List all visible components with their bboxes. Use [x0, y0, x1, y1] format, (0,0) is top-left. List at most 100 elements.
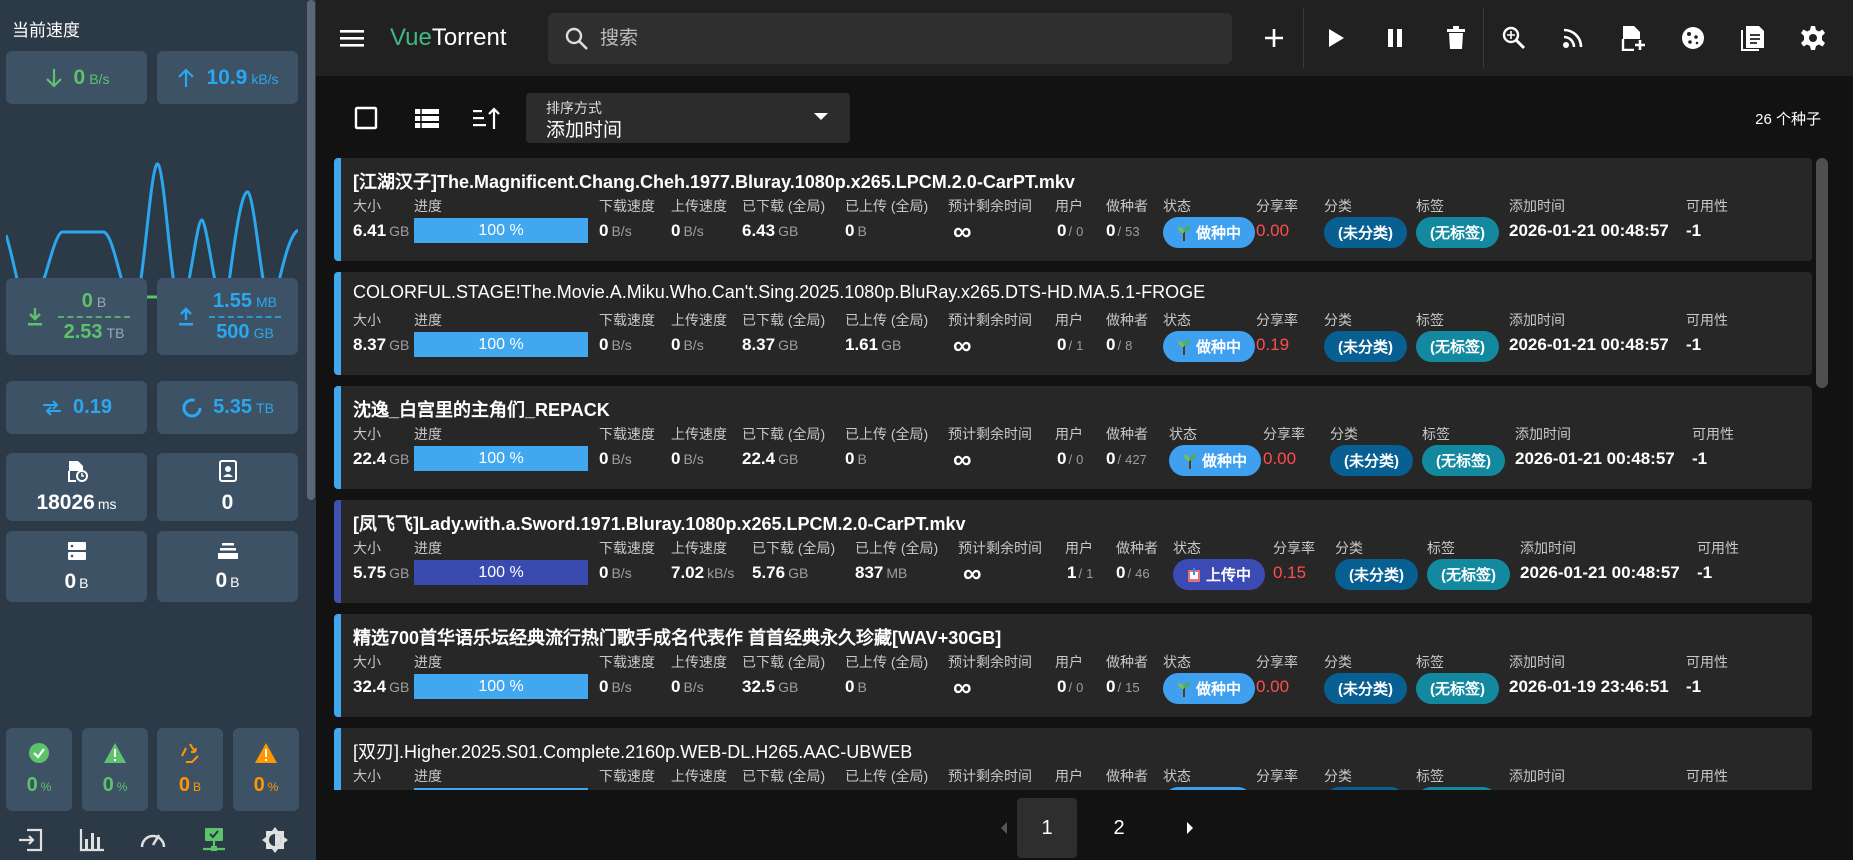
downloaded-unit: GB	[778, 337, 799, 353]
ul-speed-header: 上传速度	[671, 654, 727, 670]
dl-speed-header: 下载速度	[599, 198, 655, 214]
seeds-cell: 做种者 0/46	[1116, 540, 1158, 582]
total-upload-value: 500	[216, 320, 250, 343]
category-cell: 分类 (未分类)	[1324, 652, 1407, 704]
added-header: 添加时间	[1520, 540, 1576, 556]
add-file-button[interactable]	[1613, 18, 1653, 58]
select-all-checkbox[interactable]	[348, 100, 384, 136]
settings-button[interactable]	[1793, 18, 1833, 58]
session-download-unit: B	[96, 293, 107, 310]
dl-speed-unit: B/s	[611, 679, 632, 695]
cookie-button[interactable]	[1673, 18, 1713, 58]
torrent-card[interactable]: [双刃].Higher.2025.S01.Complete.2160p.WEB-…	[334, 728, 1812, 790]
downloaded-cell: 已下载 (全局)	[742, 766, 825, 784]
downloaded-header: 已下载 (全局)	[742, 768, 826, 784]
next-page-button[interactable]	[1160, 798, 1220, 858]
downloaded-header: 已下载 (全局)	[742, 654, 826, 670]
add-torrent-button[interactable]	[1254, 18, 1294, 58]
resume-button[interactable]	[1316, 18, 1356, 58]
ul-speed-cell: 上传速度	[671, 766, 727, 784]
added-header: 添加时间	[1509, 768, 1565, 784]
state-cell: 状态 做种中	[1163, 310, 1256, 362]
size-cell: 大小 32.4 GB	[353, 652, 409, 698]
sort-select[interactable]: 排序方式 添加时间	[526, 93, 850, 143]
seedling-icon	[1178, 339, 1190, 355]
uploaded-header: 已上传 (全局)	[855, 540, 939, 556]
app-title-vue: Vue	[390, 24, 432, 51]
speedometer-icon[interactable]	[139, 827, 167, 853]
state-chip: 上传中	[1173, 559, 1266, 590]
page-button-2[interactable]: 2	[1089, 798, 1149, 858]
upload-tray-icon	[179, 306, 193, 325]
sidebar-scrollbar[interactable]	[307, 0, 315, 500]
peers-cell: 用户 0/1	[1055, 312, 1084, 354]
disk-ring-icon	[182, 398, 202, 417]
ul-speed-value: 0	[671, 449, 681, 468]
small-stat-3: 0B	[157, 728, 223, 811]
ul-speed-unit: B/s	[683, 679, 704, 695]
downloaded-header: 已下载 (全局)	[742, 198, 826, 214]
category-header: 分类	[1324, 654, 1352, 670]
menu-icon[interactable]	[338, 24, 366, 52]
size-unit: GB	[389, 223, 410, 239]
ul-speed-cell: 上传速度 0 B/s	[671, 196, 727, 242]
log-button[interactable]	[1733, 18, 1773, 58]
dl-speed-cell: 下载速度 0 B/s	[599, 196, 655, 242]
state-cell: 状态 做种中	[1169, 424, 1262, 476]
peers-header: 用户	[1055, 426, 1083, 442]
eta-value: ∞	[953, 444, 972, 474]
session-upload-card: 1.55 MB 500 GB	[157, 278, 298, 355]
sort-direction-button[interactable]	[468, 100, 504, 136]
dl-speed-header: 下载速度	[599, 768, 655, 784]
search-input[interactable]	[600, 13, 1200, 64]
tags-chip: (无标签)	[1416, 217, 1499, 248]
chart-icon[interactable]	[78, 827, 106, 853]
network-icon[interactable]	[200, 826, 228, 854]
theme-icon[interactable]	[261, 826, 289, 854]
torrent-card[interactable]: COLORFUL.STAGE!The.Movie.A.Miku.Who.Can'…	[334, 272, 1812, 375]
torrent-card[interactable]: [凤飞飞]Lady.with.a.Sword.1971.Bluray.1080p…	[334, 500, 1812, 603]
upload-speed-value: 10.9	[206, 65, 248, 89]
availability-header: 可用性	[1697, 540, 1739, 556]
uploaded-unit: B	[857, 679, 867, 695]
added-header: 添加时间	[1509, 198, 1565, 214]
list-scrollbar[interactable]	[1816, 158, 1828, 388]
search-plugin-button[interactable]	[1494, 18, 1534, 58]
availability-cell: 可用性 -1	[1686, 652, 1728, 698]
toggle-view-button[interactable]	[409, 100, 445, 136]
logout-icon[interactable]	[17, 827, 45, 853]
progress-cell: 进度 100 %	[414, 652, 588, 699]
ratio-card: 0.19	[6, 381, 147, 434]
delete-button[interactable]	[1436, 18, 1476, 58]
seeds-header: 做种者	[1106, 654, 1148, 670]
state-cell: 状态	[1163, 766, 1253, 790]
pause-button[interactable]	[1375, 18, 1415, 58]
peers-header: 用户	[1055, 198, 1083, 214]
added-cell: 添加时间 2026-01-21 00:48:57	[1520, 538, 1680, 584]
torrent-card[interactable]: 精选700首华语乐坛经典流行热门歌手成名代表作 首首经典永久珍藏[WAV+30G…	[334, 614, 1812, 717]
tags-header: 标签	[1427, 540, 1455, 556]
search-plugin-icon	[1502, 26, 1526, 50]
category-chip: (未分类)	[1324, 217, 1407, 248]
availability-cell: 可用性	[1686, 766, 1728, 784]
torrent-card[interactable]: [江湖汉子]The.Magnificent.Chang.Cheh.1977.Bl…	[334, 158, 1812, 261]
downloaded-unit: GB	[778, 451, 799, 467]
size-header: 大小	[353, 312, 381, 328]
disk-free-card: 5.35 TB	[157, 381, 298, 434]
category-cell: 分类 (未分类)	[1324, 310, 1407, 362]
sidebar-bottom-nav	[0, 820, 305, 860]
ul-speed-cell: 上传速度 0 B/s	[671, 424, 727, 470]
eta-value: ∞	[963, 558, 982, 588]
progress-cell: 进度	[414, 766, 588, 790]
uploaded-value: 0	[845, 449, 855, 468]
progress-bar: 100 %	[414, 560, 588, 585]
torrent-card[interactable]: 沈逸_白宫里的主角们_REPACK 大小 22.4 GB 进度 100 % 下载速度 0…	[334, 386, 1812, 489]
eta-value: ∞	[953, 216, 972, 246]
page-button-1[interactable]: 1	[1017, 798, 1077, 858]
download-speed-card: 0 B/s	[6, 51, 147, 104]
queue-value: 0	[215, 568, 228, 592]
session-download-card: 0B 2.53 TB	[6, 278, 147, 355]
rss-button[interactable]	[1553, 18, 1593, 58]
ratio-value: 0.15	[1273, 563, 1307, 582]
search-box[interactable]	[548, 13, 1232, 64]
